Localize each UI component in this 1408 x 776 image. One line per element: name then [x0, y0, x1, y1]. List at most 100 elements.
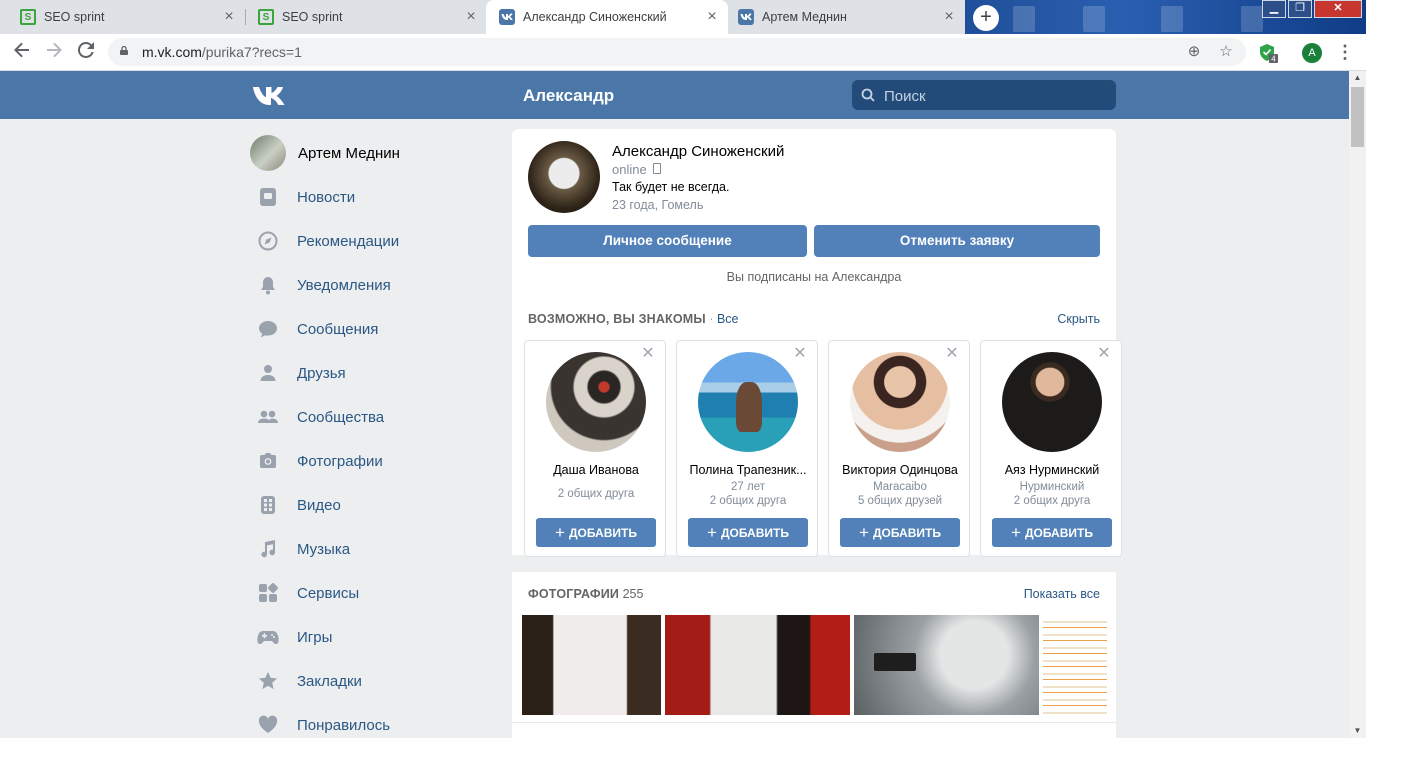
sidebar-profile-link[interactable]: Артем Меднин — [250, 135, 400, 171]
seo-sprint-icon: S — [258, 9, 274, 25]
scroll-down-icon[interactable]: ▼ — [1349, 724, 1366, 738]
profile-avatar[interactable] — [528, 141, 600, 213]
tab-seo-sprint-1[interactable]: S SEO sprint × — [0, 0, 245, 34]
plus-icon: + — [1011, 523, 1021, 542]
close-icon[interactable]: × — [704, 9, 720, 25]
friend-suggestion-card[interactable]: ✕ Виктория Одинцова Maracaibo 5 общих др… — [828, 340, 970, 557]
close-icon[interactable]: ✕ — [1097, 346, 1111, 362]
sidebar-item-recommendations[interactable]: Рекомендации — [250, 223, 399, 259]
close-icon[interactable]: ✕ — [793, 346, 807, 362]
chrome-profile-avatar[interactable]: A — [1302, 43, 1322, 63]
address-bar[interactable]: m.vk.com/purika7?recs=1 ⊕ ☆ — [108, 38, 1246, 66]
sidebar-item-photos[interactable]: Фотографии — [250, 443, 383, 479]
photos-header: ФОТОГРАФИИ 255 — [528, 587, 643, 601]
close-icon[interactable]: × — [463, 9, 479, 25]
search-input[interactable] — [882, 85, 1106, 107]
tab-seo-sprint-2[interactable]: S SEO sprint × — [238, 0, 487, 34]
close-icon[interactable]: × — [221, 9, 237, 25]
avatar[interactable] — [698, 352, 798, 452]
sidebar-item-services[interactable]: Сервисы — [250, 575, 359, 611]
search-box[interactable] — [852, 80, 1116, 110]
photo-thumbnail[interactable] — [854, 615, 1039, 715]
photos-count: 255 — [622, 587, 644, 601]
friend-city: Maracaibo — [873, 481, 927, 493]
sidebar-item-label: Понравилось — [297, 716, 391, 734]
friend-suggestion-card[interactable]: ✕ Полина Трапезник... 27 лет 2 общих дру… — [676, 340, 818, 557]
bell-icon — [250, 273, 286, 297]
sidebar-item-label: Видео — [297, 496, 341, 514]
lock-icon — [120, 46, 128, 55]
profile-card: Александр Синоженский online Так будет н… — [512, 129, 1122, 557]
hide-suggestions-link[interactable]: Скрыть — [1057, 312, 1100, 326]
avatar[interactable] — [1002, 352, 1102, 452]
browser-menu-icon[interactable]: ⋮ — [1336, 42, 1354, 62]
sidebar-item-news[interactable]: Новости — [250, 179, 355, 215]
news-icon — [250, 185, 286, 209]
add-friend-button[interactable]: + ДОБАВИТЬ — [840, 518, 960, 547]
minimize-button[interactable]: ▁ — [1262, 0, 1286, 18]
shield-extension-icon[interactable]: 4 — [1258, 43, 1278, 64]
add-friend-button[interactable]: + ДОБАВИТЬ — [536, 518, 656, 547]
tab-strip: S SEO sprint × S SEO sprint × Александр … — [0, 0, 1366, 34]
friend-name[interactable]: Полина Трапезник... — [681, 463, 815, 477]
forward-button[interactable] — [44, 42, 64, 62]
new-tab-button[interactable]: + — [973, 5, 999, 31]
sidebar-item-music[interactable]: Музыка — [250, 531, 350, 567]
page-scrollbar[interactable]: ▲ ▼ — [1349, 71, 1366, 738]
vk-logo-icon[interactable] — [252, 85, 286, 105]
heart-icon — [250, 713, 286, 737]
avatar[interactable] — [546, 352, 646, 452]
scroll-up-icon[interactable]: ▲ — [1349, 71, 1366, 85]
close-icon[interactable]: ✕ — [945, 346, 959, 362]
reload-button[interactable] — [76, 41, 96, 62]
close-icon[interactable]: ✕ — [641, 346, 655, 362]
star-icon — [250, 669, 286, 693]
friend-name[interactable]: Даша Иванова — [529, 463, 663, 477]
friend-suggestion-card[interactable]: ✕ Даша Иванова 2 общих друга + ДОБАВИТЬ — [524, 340, 666, 557]
sidebar-item-notifications[interactable]: Уведомления — [250, 267, 391, 303]
sidebar-item-games[interactable]: Игры — [250, 619, 332, 655]
photo-thumbnail[interactable] — [665, 615, 850, 715]
add-friend-label: ДОБАВИТЬ — [1024, 526, 1093, 540]
avatar — [250, 135, 286, 171]
sidebar-item-messages[interactable]: Сообщения — [250, 311, 378, 347]
profile-status: Так будет не всегда. — [612, 180, 730, 194]
sidebar-item-friends[interactable]: Друзья — [250, 355, 346, 391]
desktop-icon — [1083, 6, 1105, 32]
suggestions-all-link[interactable]: Все — [717, 312, 739, 326]
window-close-button[interactable]: ✕ — [1314, 0, 1362, 18]
back-button[interactable] — [12, 42, 32, 62]
restore-button[interactable]: ❐ — [1288, 0, 1312, 18]
photo-thumbnail[interactable] — [522, 615, 661, 715]
bookmark-star-icon[interactable]: ☆ — [1217, 43, 1235, 61]
sidebar-item-label: Сообщества — [297, 408, 385, 426]
show-all-photos-link[interactable]: Показать все — [1024, 587, 1100, 601]
vk-header: Александр — [0, 71, 1349, 119]
cancel-request-button[interactable]: Отменить заявку — [814, 225, 1100, 257]
add-friend-label: ДОБАВИТЬ — [872, 526, 941, 540]
tab-aleksandr-active[interactable]: Александр Синоженский × — [486, 0, 728, 34]
photo-thumbnail[interactable] — [1043, 615, 1107, 715]
tab-artem-mednin[interactable]: Артем Меднин × — [728, 0, 965, 34]
compass-icon — [250, 229, 286, 253]
seo-sprint-icon: S — [20, 9, 36, 25]
sidebar-item-liked[interactable]: Понравилось — [250, 707, 390, 738]
friend-name[interactable]: Аяз Нурминский — [985, 463, 1119, 477]
tab-title: SEO sprint — [44, 10, 105, 24]
add-friend-button[interactable]: + ДОБАВИТЬ — [992, 518, 1112, 547]
sidebar-item-label: Уведомления — [297, 276, 391, 294]
sidebar-item-bookmarks[interactable]: Закладки — [250, 663, 362, 699]
avatar[interactable] — [850, 352, 950, 452]
friend-name[interactable]: Виктория Одинцова — [833, 463, 967, 477]
sidebar-item-video[interactable]: Видео — [250, 487, 341, 523]
scrollbar-thumb[interactable] — [1351, 87, 1364, 147]
photo-object — [874, 653, 916, 671]
close-icon[interactable]: × — [941, 9, 957, 25]
add-icon[interactable]: ⊕ — [1185, 43, 1203, 61]
sidebar-item-communities[interactable]: Сообщества — [250, 399, 384, 435]
friend-suggestion-card[interactable]: ✕ Аяз Нурминский Нурминский 2 общих друг… — [980, 340, 1122, 557]
message-button[interactable]: Личное сообщение — [528, 225, 807, 257]
user-icon — [250, 361, 286, 385]
add-friend-button[interactable]: + ДОБАВИТЬ — [688, 518, 808, 547]
mutual-friends: 2 общих друга — [557, 488, 635, 500]
